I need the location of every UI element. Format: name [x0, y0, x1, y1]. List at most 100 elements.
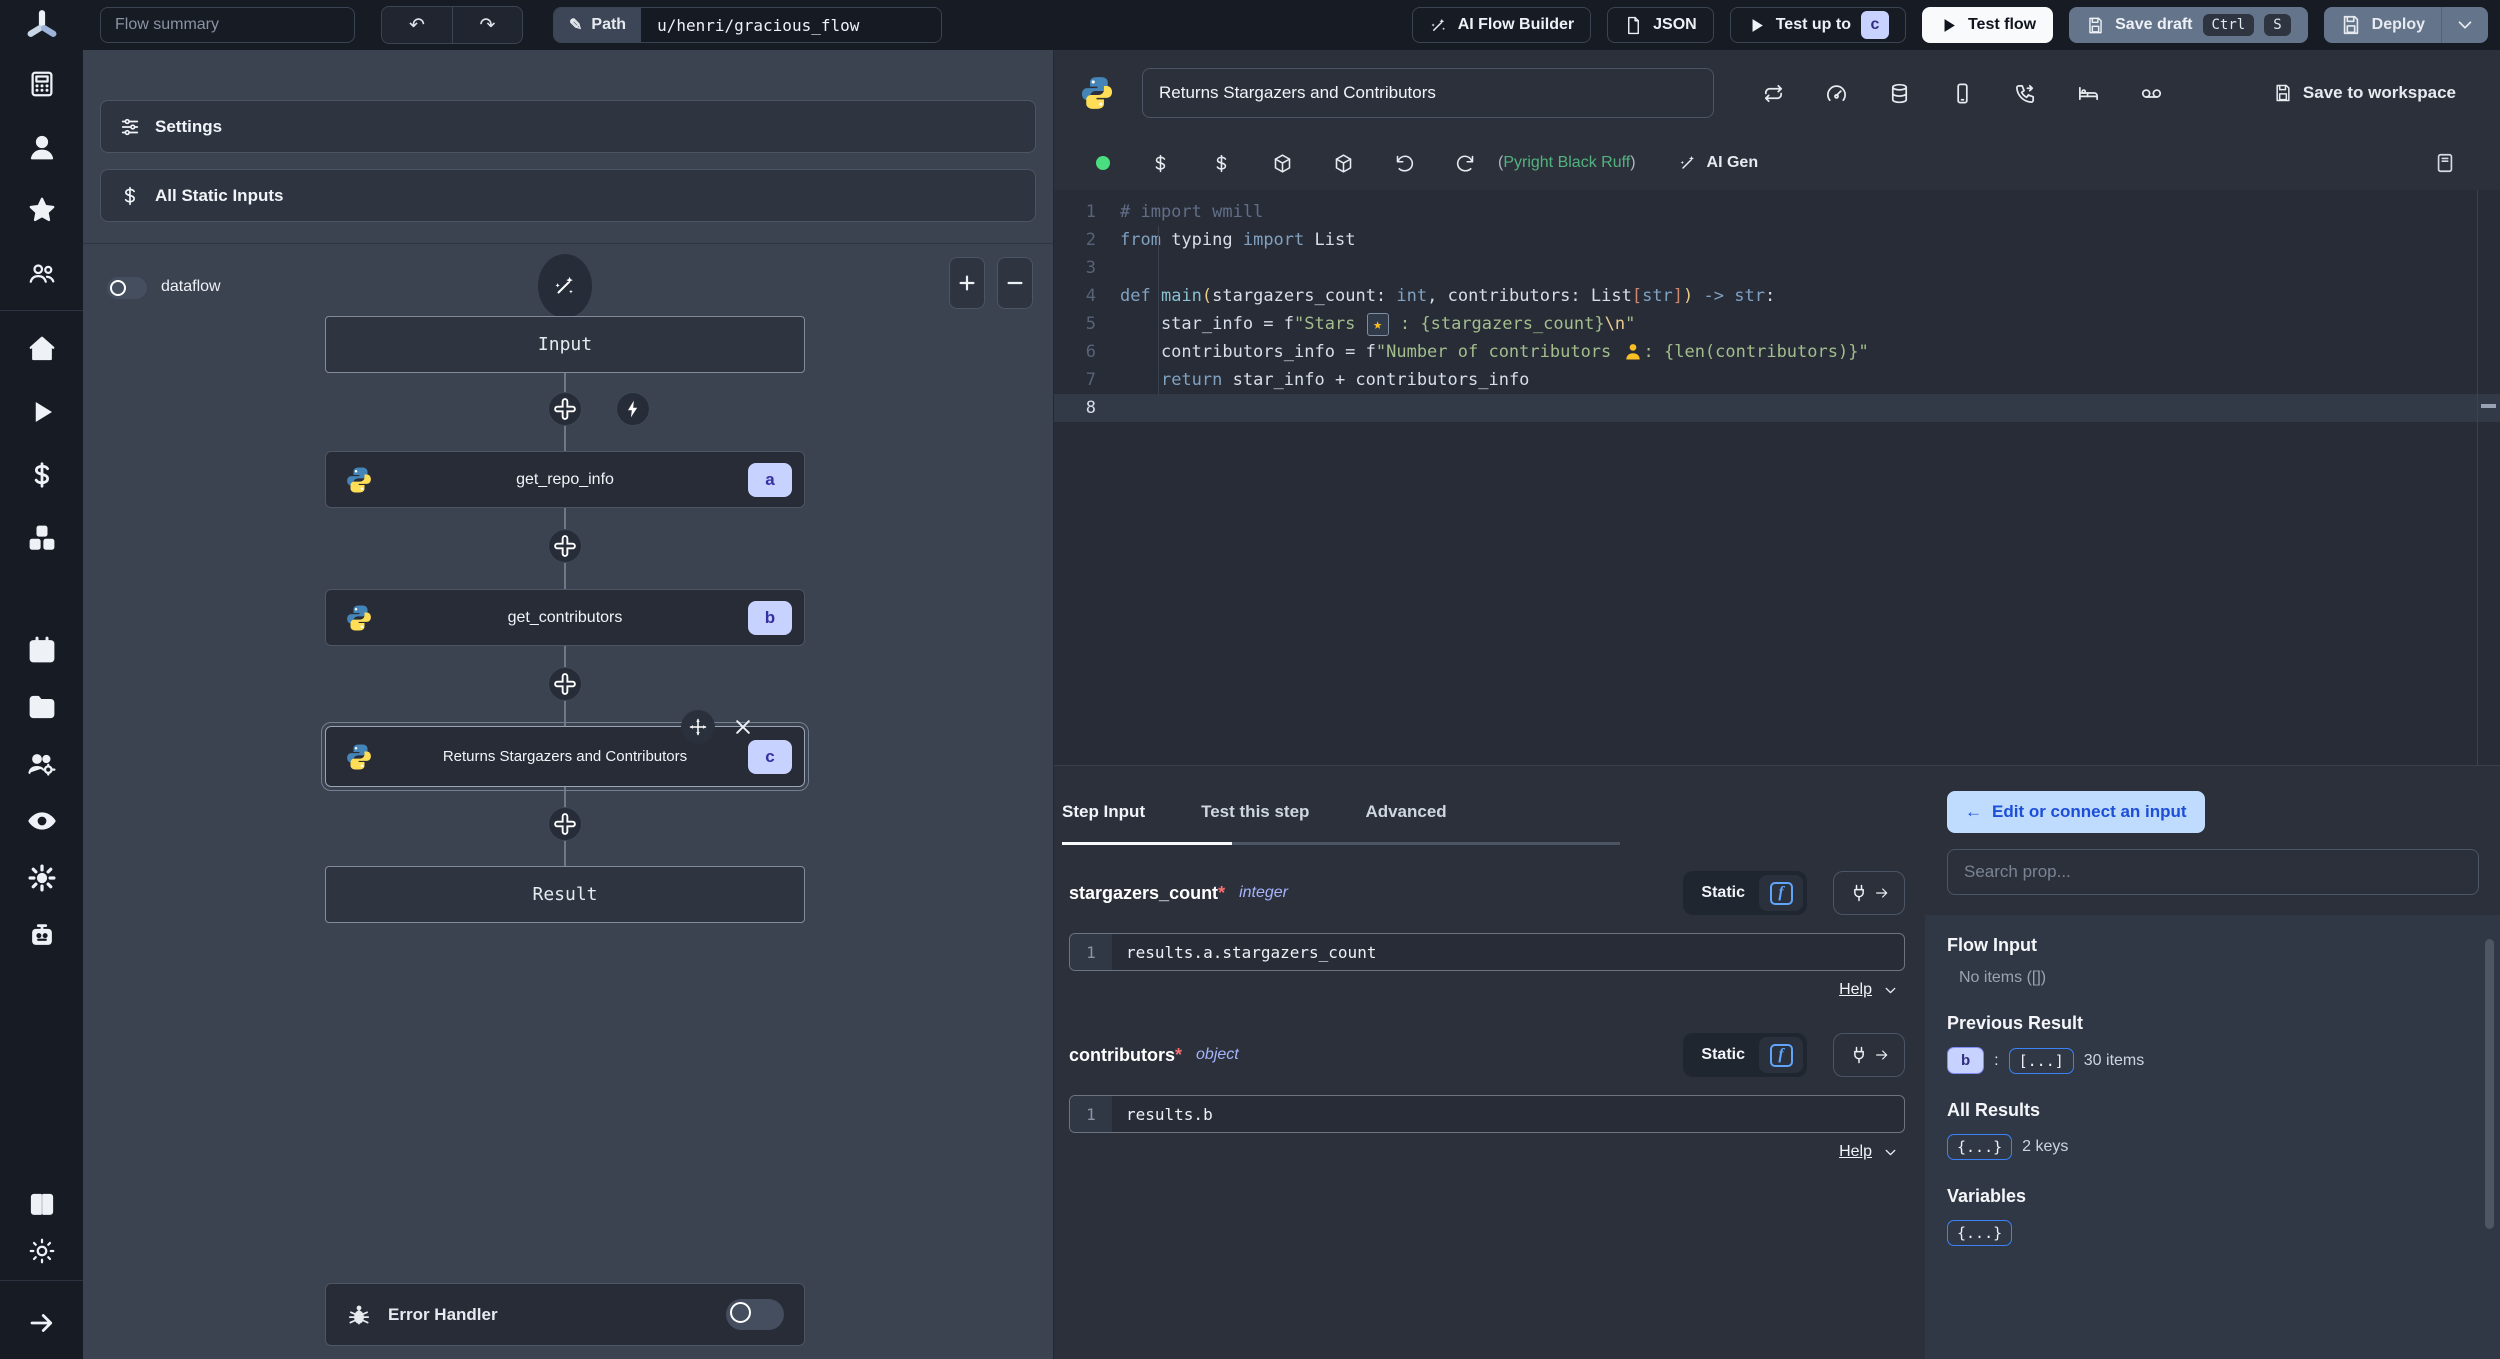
search-prop-input[interactable]	[1947, 849, 2479, 895]
zoom-in-button[interactable]	[949, 257, 985, 309]
line-number: 1	[1085, 202, 1096, 222]
add-step-button[interactable]	[548, 667, 582, 701]
arrow-right-icon	[1875, 1050, 1887, 1060]
result-key-badge[interactable]: b	[1947, 1047, 1985, 1074]
delete-node-button[interactable]	[733, 717, 753, 737]
prop-list: Flow Input No items ([]) Previous Result…	[1925, 915, 2500, 1359]
help-link[interactable]: Help	[1839, 981, 1872, 999]
edit-or-connect-button[interactable]: ← Edit or connect an input	[1947, 791, 2205, 833]
ai-builder-wand-button[interactable]	[537, 253, 593, 319]
code-editor[interactable]: 1 # import wmill 2 from typing import List 3…	[1054, 190, 2500, 765]
deploy-button[interactable]: Deploy	[2324, 7, 2441, 43]
tab-advanced[interactable]: Advanced	[1365, 802, 1446, 822]
flow-node-input[interactable]: Input	[325, 316, 805, 373]
sidebar-item-apps[interactable]	[0, 52, 83, 115]
ai-flow-builder-button[interactable]: AI Flow Builder	[1411, 7, 1592, 43]
json-button[interactable]: JSON	[1607, 7, 1714, 43]
package-alt-button[interactable]	[1333, 153, 1354, 174]
book-icon	[2437, 153, 2453, 173]
sidebar-item-folders[interactable]	[0, 678, 83, 735]
path-chip[interactable]: ✎ Path u/henri/gracious_flow	[553, 7, 943, 43]
reset-code-button[interactable]	[1394, 153, 1415, 174]
chevron-down-icon	[1885, 1149, 1896, 1155]
flow-node-result[interactable]: Result	[325, 866, 805, 923]
sidebar-item-groups[interactable]	[0, 241, 83, 304]
sidebar-item-expand[interactable]	[0, 1287, 83, 1359]
add-step-button[interactable]	[548, 807, 582, 841]
undo-button[interactable]: ↶	[382, 7, 452, 43]
add-step-button[interactable]	[548, 529, 582, 563]
package-button[interactable]	[1272, 153, 1293, 174]
sleep-button[interactable]	[2077, 82, 2100, 105]
add-variable-button[interactable]	[1150, 153, 1171, 174]
sidebar-item-docs[interactable]	[0, 1182, 83, 1228]
line-number: 4	[1085, 286, 1096, 306]
script-library-button[interactable]	[2434, 152, 2456, 174]
step-header: Save to workspace	[1054, 50, 2500, 136]
connect-input-button[interactable]	[1833, 1033, 1905, 1077]
retries-button[interactable]	[1762, 82, 1785, 105]
add-trigger-button[interactable]	[616, 392, 650, 426]
object-badge[interactable]: {...}	[1947, 1220, 2013, 1246]
sidebar-item-audit-logs[interactable]	[0, 792, 83, 849]
sidebar-item-schedules[interactable]	[0, 621, 83, 678]
flow-summary-input[interactable]	[100, 7, 355, 43]
ai-gen-button[interactable]: AI Gen	[1678, 153, 1758, 173]
mock-button[interactable]	[1951, 82, 1974, 105]
add-step-button[interactable]	[548, 392, 582, 426]
sidebar-item-home[interactable]	[0, 317, 83, 380]
windmill-logo[interactable]	[0, 0, 83, 52]
flow-input-section: Flow Input No items ([])	[1947, 935, 2500, 987]
test-up-to-label: Test up to	[1775, 16, 1851, 33]
error-handler-node[interactable]: Error Handler	[325, 1283, 805, 1346]
object-badge[interactable]: {...}	[1947, 1134, 2013, 1160]
test-up-to-button[interactable]: Test up to c	[1729, 7, 1906, 43]
shared-dir-button[interactable]	[2140, 82, 2163, 105]
sidebar-item-resources[interactable]	[0, 506, 83, 569]
input-mode-toggle[interactable]: Static f	[1683, 1033, 1807, 1077]
flow-node-a[interactable]: get_repo_info a	[325, 451, 805, 508]
sidebar-item-user[interactable]	[0, 115, 83, 178]
redo-button[interactable]: ↷	[452, 7, 522, 43]
all-static-inputs-button[interactable]: All Static Inputs	[100, 169, 1036, 222]
test-flow-button[interactable]: Test flow	[1921, 7, 2054, 43]
zoom-out-button[interactable]	[997, 257, 1033, 309]
array-badge[interactable]: [...]	[2008, 1047, 2074, 1074]
early-stop-button[interactable]	[1825, 82, 1848, 105]
cache-button[interactable]	[1888, 82, 1911, 105]
move-node-handle[interactable]	[681, 710, 715, 744]
input-mode-toggle[interactable]: Static f	[1683, 871, 1807, 915]
sidebar-item-theme-toggle[interactable]	[0, 1228, 83, 1274]
save-draft-button[interactable]: Save draft Ctrl S	[2069, 7, 2308, 43]
scrollbar-thumb[interactable]	[2485, 939, 2494, 1229]
suspend-button[interactable]	[2014, 82, 2037, 105]
package-icon	[1274, 153, 1291, 173]
runs-icon	[35, 401, 52, 422]
sidebar-item-ai[interactable]	[0, 906, 83, 963]
error-handler-toggle[interactable]	[726, 1299, 784, 1330]
horizontal-splitter[interactable]	[1054, 765, 2500, 779]
tab-test-this-step[interactable]: Test this step	[1201, 802, 1309, 822]
sidebar-item-favorites[interactable]	[0, 178, 83, 241]
dataflow-toggle[interactable]	[107, 277, 147, 299]
reload-assistant-button[interactable]	[1455, 153, 1476, 174]
bug-icon	[348, 1305, 370, 1325]
step-title-input[interactable]	[1142, 68, 1714, 118]
flow-node-b[interactable]: get_contributors b	[325, 589, 805, 646]
sidebar-item-variables[interactable]	[0, 443, 83, 506]
tab-step-input[interactable]: Step Input	[1062, 802, 1145, 822]
sidebar-item-settings[interactable]	[0, 849, 83, 906]
item-count: 30 items	[2083, 1051, 2145, 1069]
add-resource-button[interactable]	[1211, 153, 1232, 174]
help-link[interactable]: Help	[1839, 1143, 1872, 1161]
save-to-workspace-button[interactable]: Save to workspace	[2273, 83, 2456, 103]
deploy-more-button[interactable]	[2442, 7, 2488, 43]
flow-settings-button[interactable]: Settings	[100, 100, 1036, 153]
sidebar-item-runs[interactable]	[0, 380, 83, 443]
folders-icon	[29, 695, 54, 718]
input-expression-editor[interactable]: 1 results.a.stargazers_count	[1069, 933, 1905, 971]
input-expression-editor[interactable]: 1 results.b	[1069, 1095, 1905, 1133]
active-tab-underline	[1062, 842, 1232, 845]
sidebar-item-workers[interactable]	[0, 735, 83, 792]
connect-input-button[interactable]	[1833, 871, 1905, 915]
